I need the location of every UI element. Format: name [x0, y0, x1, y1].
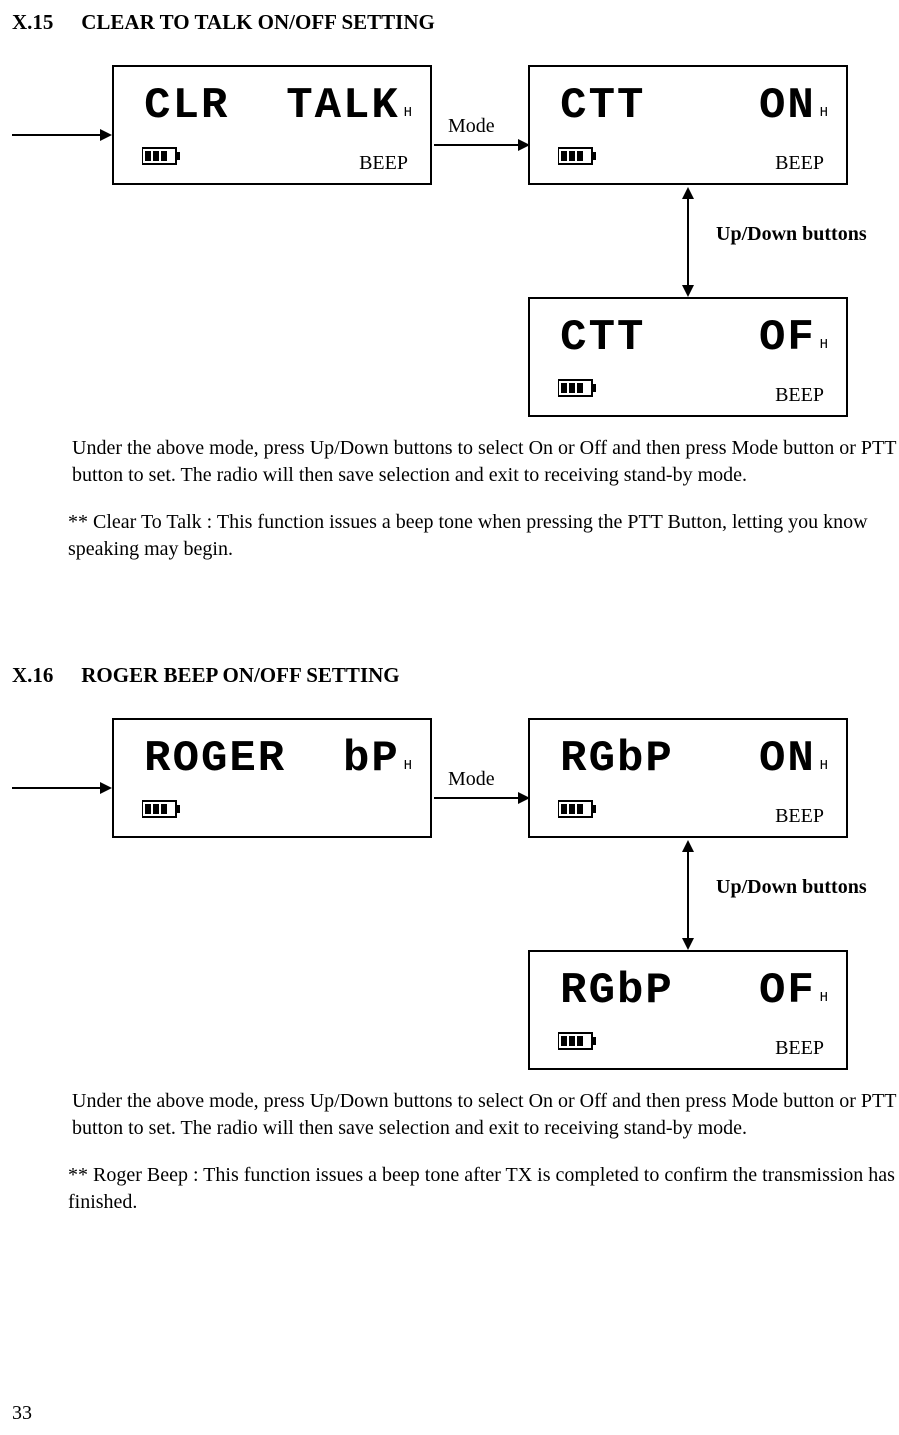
lcd-off-text: CTT OF: [550, 313, 826, 363]
h-indicator: H: [820, 337, 828, 353]
page-number: 33: [12, 1402, 32, 1425]
section-title: ROGER BEEP ON/OFF SETTING: [81, 663, 399, 687]
arrow-into-entry-icon: [12, 125, 112, 145]
lcd-entry-text: CLR TALK: [134, 81, 410, 131]
lcd-entry-text: ROGER bP: [134, 734, 410, 784]
battery-icon: [142, 800, 182, 824]
lcd-on: CTT ON H BEEP: [528, 65, 848, 185]
battery-icon: [558, 800, 598, 824]
beep-label: BEEP: [359, 152, 408, 175]
lcd-off-text: RGbP OF: [550, 966, 826, 1016]
diagram-x16: ROGER bP H Mode RGbP ON H BEEP Up/Down b…: [108, 718, 899, 1088]
section-title: CLEAR TO TALK ON/OFF SETTING: [81, 10, 435, 34]
h-indicator: H: [820, 990, 828, 1006]
paragraph-x15-1: Under the above mode, press Up/Down butt…: [72, 435, 899, 489]
beep-label: BEEP: [775, 805, 824, 828]
beep-label: BEEP: [775, 384, 824, 407]
battery-icon: [558, 1032, 598, 1056]
h-indicator: H: [404, 105, 412, 121]
lcd-on-text: RGbP ON: [550, 734, 826, 784]
paragraph-x15-note: ** Clear To Talk : This function issues …: [68, 509, 899, 563]
lcd-entry: ROGER bP H: [112, 718, 432, 838]
h-indicator: H: [404, 758, 412, 774]
updown-label: Up/Down buttons: [716, 223, 867, 246]
beep-label: BEEP: [775, 152, 824, 175]
arrow-updown-icon: [678, 840, 698, 950]
section-number: X.15: [12, 10, 76, 35]
battery-icon: [558, 379, 598, 403]
section-number: X.16: [12, 663, 76, 688]
section-heading-x16: X.16 ROGER BEEP ON/OFF SETTING: [12, 663, 899, 688]
lcd-entry: CLR TALK H BEEP: [112, 65, 432, 185]
battery-icon: [142, 147, 182, 171]
diagram-x15: CLR TALK H BEEP Mode CTT ON H BEEP Up/Do…: [108, 65, 899, 435]
battery-icon: [558, 147, 598, 171]
paragraph-x16-note: ** Roger Beep : This function issues a b…: [68, 1162, 899, 1216]
lcd-on-text: CTT ON: [550, 81, 826, 131]
updown-label: Up/Down buttons: [716, 876, 867, 899]
paragraph-x16-1: Under the above mode, press Up/Down butt…: [72, 1088, 899, 1142]
lcd-off: RGbP OF H BEEP: [528, 950, 848, 1070]
arrow-mode-icon: [434, 135, 534, 155]
lcd-on: RGbP ON H BEEP: [528, 718, 848, 838]
h-indicator: H: [820, 105, 828, 121]
section-heading-x15: X.15 CLEAR TO TALK ON/OFF SETTING: [12, 10, 899, 35]
beep-label: BEEP: [775, 1037, 824, 1060]
arrow-updown-icon: [678, 187, 698, 297]
lcd-off: CTT OF H BEEP: [528, 297, 848, 417]
h-indicator: H: [820, 758, 828, 774]
arrow-into-entry-icon: [12, 778, 112, 798]
arrow-mode-icon: [434, 788, 534, 808]
